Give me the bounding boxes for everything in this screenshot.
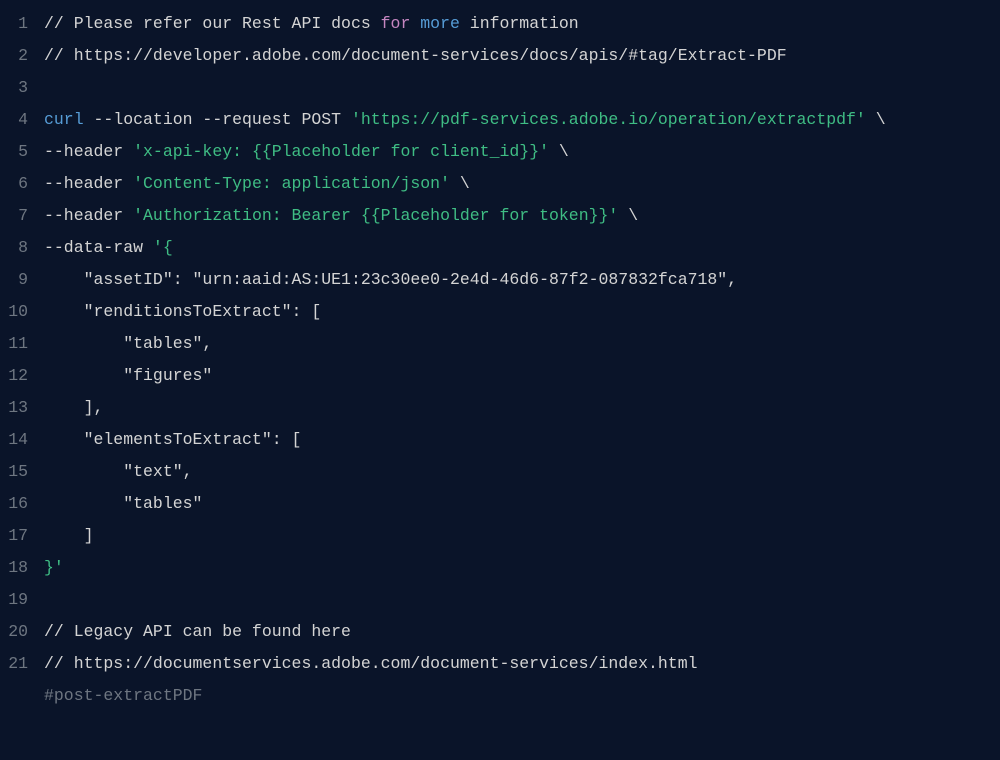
code-line[interactable]: "tables", bbox=[44, 328, 1000, 360]
anchor-tag: #post-extractPDF bbox=[44, 686, 202, 705]
curl-flags: --location --request POST bbox=[84, 110, 351, 129]
json-close: }' bbox=[44, 558, 64, 577]
json-body: "figures" bbox=[44, 366, 212, 385]
code-line[interactable]: // Legacy API can be found here bbox=[44, 616, 1000, 648]
code-line[interactable]: "renditionsToExtract": [ bbox=[44, 296, 1000, 328]
json-body: "renditionsToExtract": [ bbox=[44, 302, 321, 321]
code-line[interactable]: --header 'x-api-key: {{Placeholder for c… bbox=[44, 136, 1000, 168]
line-number: 5 bbox=[0, 136, 28, 168]
header-flag: --header bbox=[44, 206, 133, 225]
code-line[interactable]: "assetID": "urn:aaid:AS:UE1:23c30ee0-2e4… bbox=[44, 264, 1000, 296]
header-value: 'x-api-key: {{Placeholder for client_id}… bbox=[133, 142, 549, 161]
line-number: 15 bbox=[0, 456, 28, 488]
code-line[interactable]: }' bbox=[44, 552, 1000, 584]
line-number: 21 bbox=[0, 648, 28, 680]
code-line[interactable]: ], bbox=[44, 392, 1000, 424]
code-line[interactable] bbox=[44, 72, 1000, 104]
comment-text: // Please refer our Rest API docs bbox=[44, 14, 381, 33]
json-body: "text", bbox=[44, 462, 193, 481]
code-editor[interactable]: 1 2 3 4 5 6 7 8 9 10 11 12 13 14 15 16 1… bbox=[0, 8, 1000, 760]
json-body: ] bbox=[44, 526, 94, 545]
header-flag: --header bbox=[44, 142, 133, 161]
line-number: 18 bbox=[0, 552, 28, 584]
line-number: 6 bbox=[0, 168, 28, 200]
line-number-gutter: 1 2 3 4 5 6 7 8 9 10 11 12 13 14 15 16 1… bbox=[0, 8, 44, 760]
data-raw-flag: --data-raw bbox=[44, 238, 153, 257]
line-number: 1 bbox=[0, 8, 28, 40]
line-number: 13 bbox=[0, 392, 28, 424]
line-number: 4 bbox=[0, 104, 28, 136]
comment-text: // Legacy API can be found here bbox=[44, 622, 351, 641]
header-value: 'Authorization: Bearer {{Placeholder for… bbox=[133, 206, 618, 225]
header-value: 'Content-Type: application/json' bbox=[133, 174, 450, 193]
keyword-for: for bbox=[381, 14, 411, 33]
line-number: 17 bbox=[0, 520, 28, 552]
json-body: "tables" bbox=[44, 494, 202, 513]
comment-text: // https://documentservices.adobe.com/do… bbox=[44, 654, 698, 673]
code-line[interactable]: "figures" bbox=[44, 360, 1000, 392]
json-open: '{ bbox=[153, 238, 173, 257]
json-body: "assetID": "urn:aaid:AS:UE1:23c30ee0-2e4… bbox=[44, 270, 737, 289]
code-line[interactable]: #post-extractPDF bbox=[44, 680, 1000, 712]
line-number: 14 bbox=[0, 424, 28, 456]
code-line[interactable]: ] bbox=[44, 520, 1000, 552]
code-line[interactable]: "elementsToExtract": [ bbox=[44, 424, 1000, 456]
line-number: 10 bbox=[0, 296, 28, 328]
code-line[interactable]: curl --location --request POST 'https://… bbox=[44, 104, 1000, 136]
keyword-more: more bbox=[420, 14, 460, 33]
code-line[interactable]: // https://developer.adobe.com/document-… bbox=[44, 40, 1000, 72]
code-line[interactable]: // https://documentservices.adobe.com/do… bbox=[44, 648, 1000, 680]
curl-url: 'https://pdf-services.adobe.io/operation… bbox=[351, 110, 866, 129]
line-continuation: \ bbox=[549, 142, 569, 161]
line-number: 16 bbox=[0, 488, 28, 520]
comment-text: information bbox=[460, 14, 579, 33]
line-number: 7 bbox=[0, 200, 28, 232]
json-body: ], bbox=[44, 398, 103, 417]
code-line[interactable]: --header 'Authorization: Bearer {{Placeh… bbox=[44, 200, 1000, 232]
line-number: 12 bbox=[0, 360, 28, 392]
line-number: 2 bbox=[0, 40, 28, 72]
line-continuation: \ bbox=[866, 110, 886, 129]
line-number: 3 bbox=[0, 72, 28, 104]
line-continuation: \ bbox=[450, 174, 470, 193]
line-number: 11 bbox=[0, 328, 28, 360]
comment-text bbox=[410, 14, 420, 33]
header-flag: --header bbox=[44, 174, 133, 193]
code-area[interactable]: // Please refer our Rest API docs for mo… bbox=[44, 8, 1000, 760]
line-number: 8 bbox=[0, 232, 28, 264]
json-body: "tables", bbox=[44, 334, 212, 353]
code-line[interactable]: --header 'Content-Type: application/json… bbox=[44, 168, 1000, 200]
code-line[interactable]: --data-raw '{ bbox=[44, 232, 1000, 264]
code-line[interactable]: // Please refer our Rest API docs for mo… bbox=[44, 8, 1000, 40]
line-number: 9 bbox=[0, 264, 28, 296]
curl-command: curl bbox=[44, 110, 84, 129]
line-continuation: \ bbox=[618, 206, 638, 225]
code-line[interactable]: "text", bbox=[44, 456, 1000, 488]
code-line[interactable]: "tables" bbox=[44, 488, 1000, 520]
line-number: 19 bbox=[0, 584, 28, 616]
line-number: 20 bbox=[0, 616, 28, 648]
json-body: "elementsToExtract": [ bbox=[44, 430, 301, 449]
code-line[interactable] bbox=[44, 584, 1000, 616]
comment-text: // https://developer.adobe.com/document-… bbox=[44, 46, 787, 65]
line-number bbox=[0, 680, 28, 712]
